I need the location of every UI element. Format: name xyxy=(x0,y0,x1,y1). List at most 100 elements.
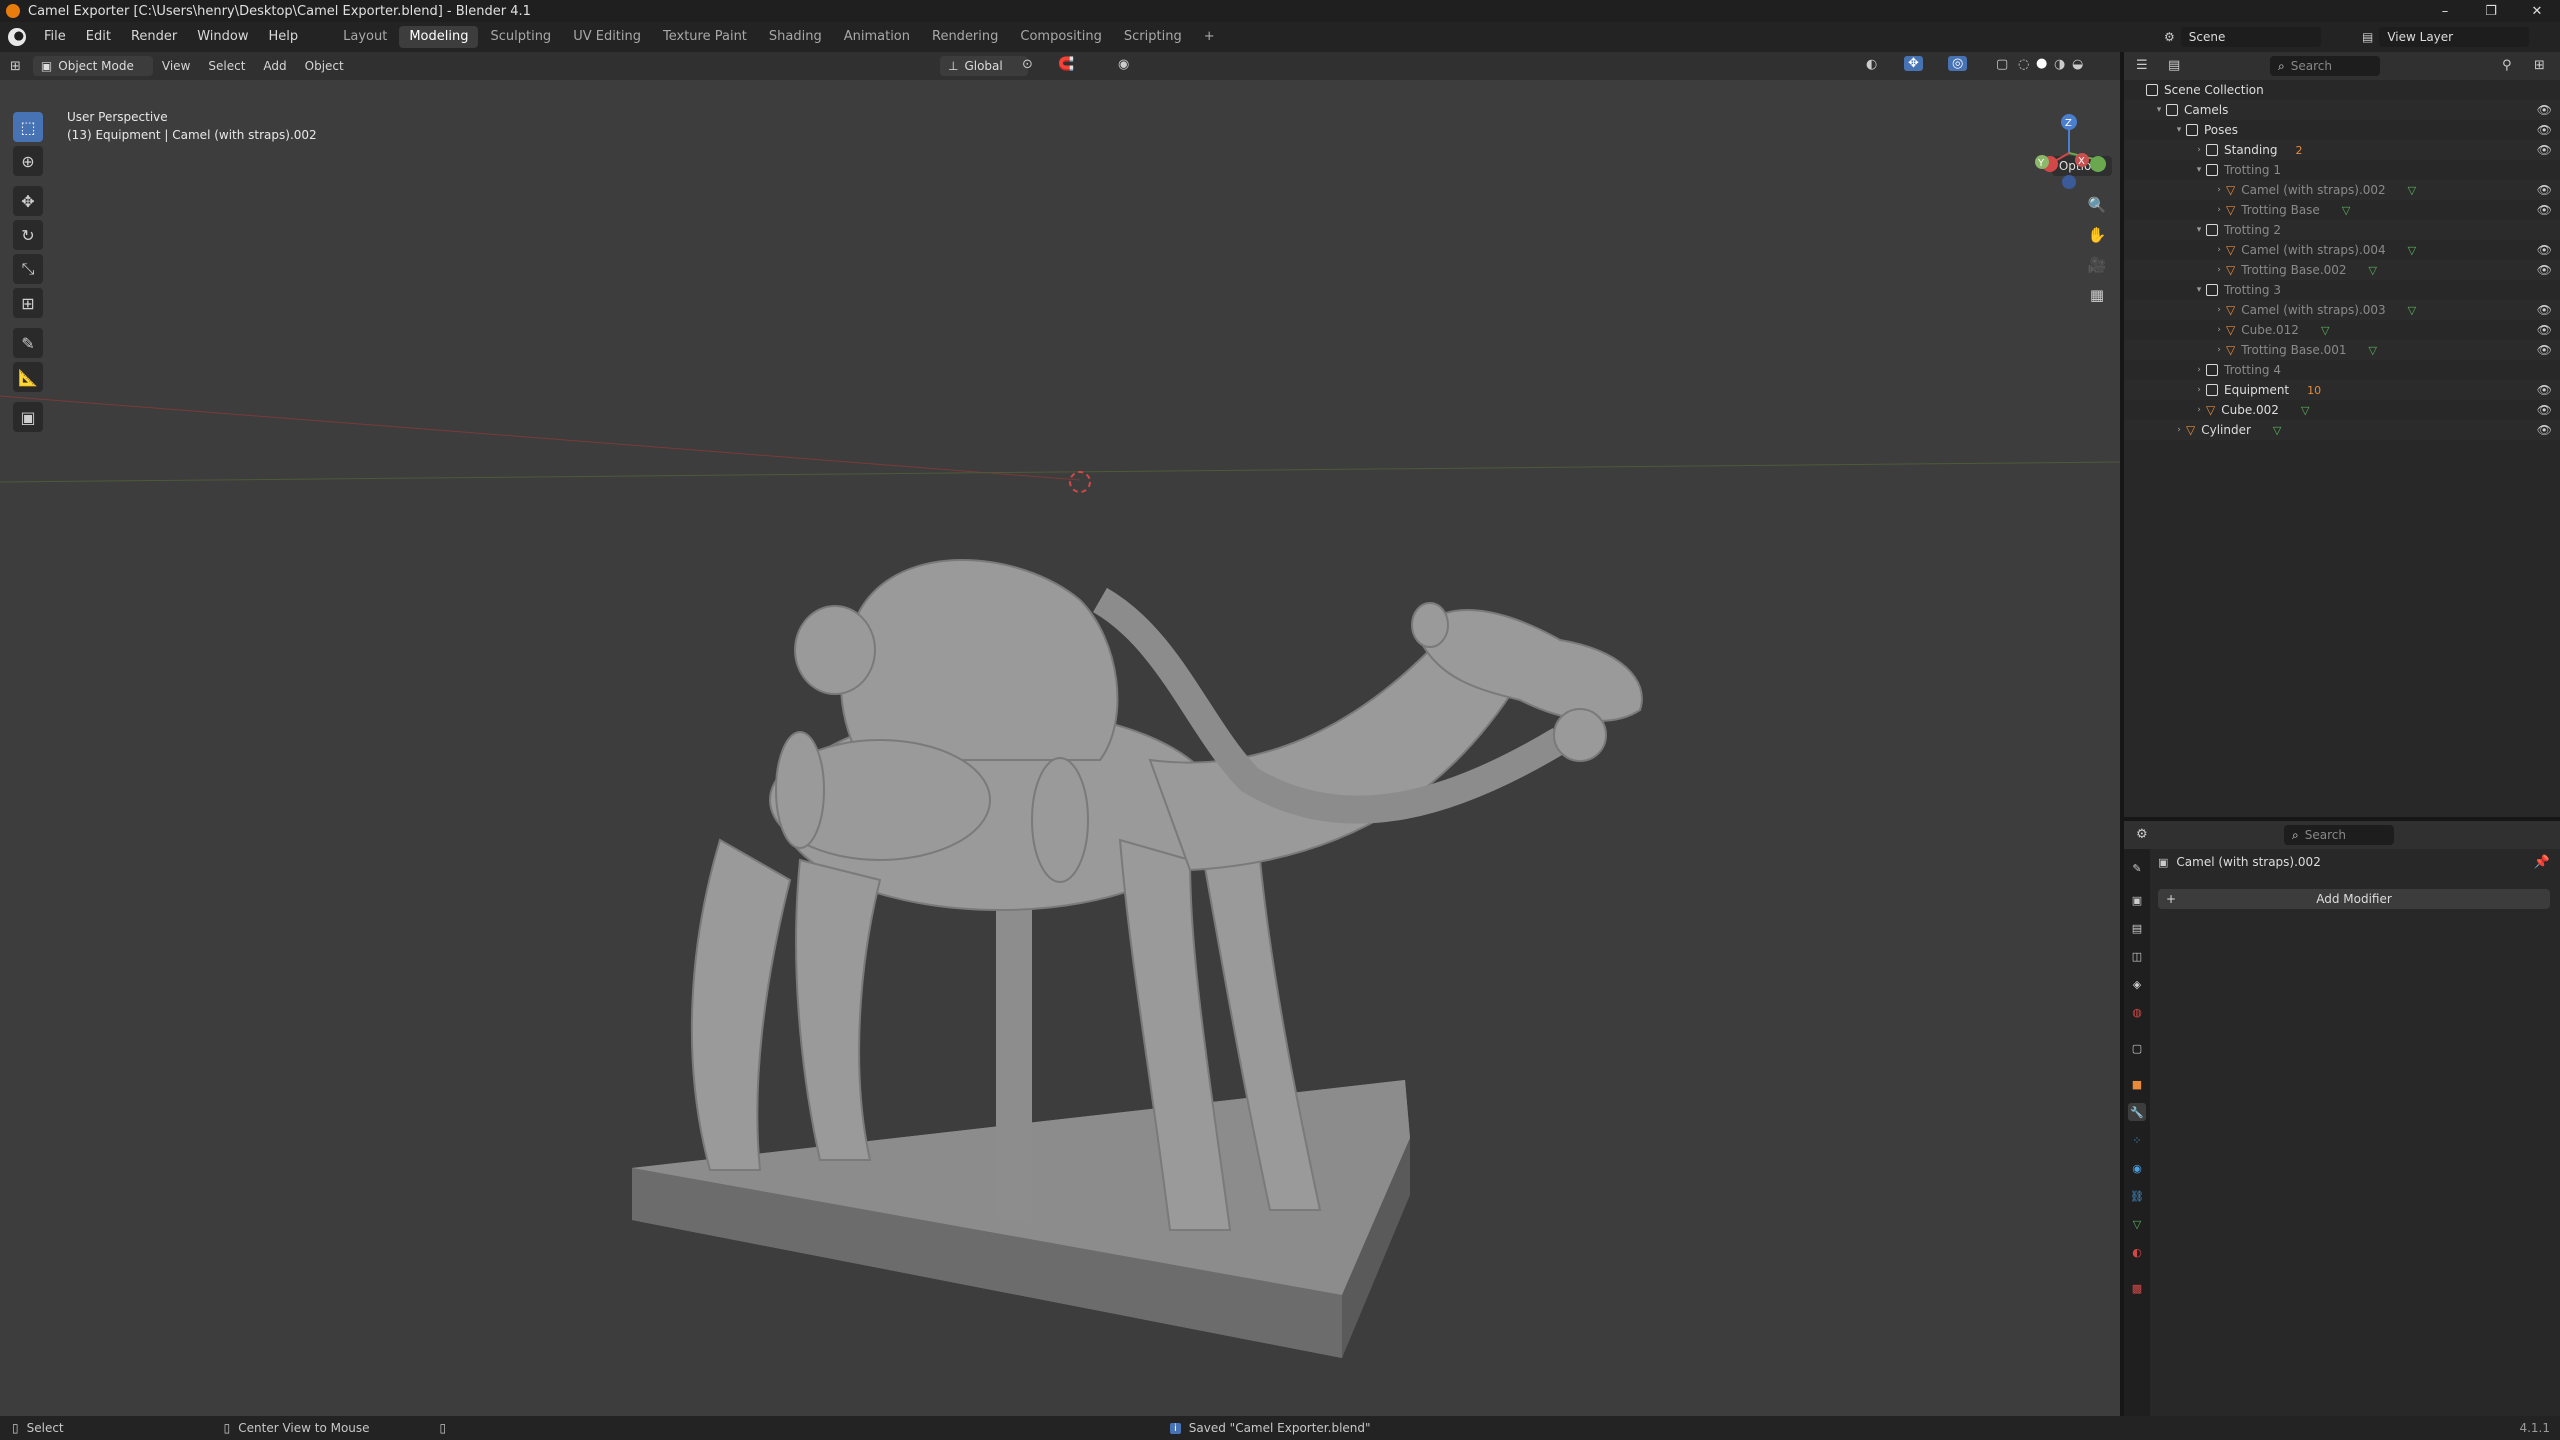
outliner-object-row[interactable]: › ▽ Camel (with straps).002 ▽ 👁 xyxy=(2124,180,2560,200)
scale-tool-icon[interactable]: ⤡ xyxy=(13,254,43,284)
zoom-icon[interactable]: 🔍 xyxy=(2084,192,2110,218)
expand-arrow-icon[interactable]: › xyxy=(2212,245,2226,255)
visibility-eye-icon[interactable]: 👁 xyxy=(2537,103,2552,117)
expand-arrow-icon[interactable]: › xyxy=(2192,365,2206,375)
proportional-edit-icon[interactable]: ◉ xyxy=(1118,57,1129,72)
visibility-eye-icon[interactable]: 👁 xyxy=(2537,343,2552,357)
editor-type-icon[interactable]: ⊞ xyxy=(10,59,21,74)
gizmo-toggle-icon[interactable]: ✥ xyxy=(1904,56,1923,71)
constraints-tab-icon[interactable]: ⛓ xyxy=(2128,1187,2146,1205)
expand-arrow-icon[interactable]: › xyxy=(2172,425,2186,435)
viewport-menu-select[interactable]: Select xyxy=(199,59,254,73)
blender-menu-icon[interactable] xyxy=(8,28,26,46)
visibility-eye-icon[interactable]: 👁 xyxy=(2537,383,2552,397)
shading-rendered-icon[interactable]: ◒ xyxy=(2072,57,2083,72)
outliner-collection-row[interactable]: ▾ Trotting 1 xyxy=(2124,160,2560,180)
particles-tab-icon[interactable]: ⁘ xyxy=(2128,1131,2146,1149)
outliner-object-row[interactable]: › ▽ Cube.012 ▽ 👁 xyxy=(2124,320,2560,340)
outliner-object-row[interactable]: › ▽ Trotting Base.002 ▽ 👁 xyxy=(2124,260,2560,280)
add-cube-tool-icon[interactable]: ▣ xyxy=(13,402,43,432)
expand-arrow-icon[interactable]: ▾ xyxy=(2172,125,2186,135)
expand-arrow-icon[interactable]: › xyxy=(2192,405,2206,415)
workspace-tab-uv-editing[interactable]: UV Editing xyxy=(563,26,651,48)
visibility-eye-icon[interactable]: 👁 xyxy=(2537,203,2552,217)
view-layer-selector[interactable]: View Layer xyxy=(2379,27,2530,47)
expand-arrow-icon[interactable]: › xyxy=(2212,325,2226,335)
workspace-tab-sculpting[interactable]: Sculpting xyxy=(480,26,561,48)
expand-arrow-icon[interactable]: ▾ xyxy=(2192,285,2206,295)
scene-tab-icon[interactable]: ◈ xyxy=(2128,975,2146,993)
transform-tool-icon[interactable]: ⊞ xyxy=(13,288,43,318)
outliner-collection-row[interactable]: ▾ Trotting 3 xyxy=(2124,280,2560,300)
workspace-tab-rendering[interactable]: Rendering xyxy=(922,26,1008,48)
minimize-button[interactable]: – xyxy=(2422,0,2468,22)
expand-arrow-icon[interactable]: › xyxy=(2192,385,2206,395)
move-tool-icon[interactable]: ✥ xyxy=(13,186,43,216)
material-tab-icon[interactable]: ◐ xyxy=(2128,1243,2146,1261)
menu-render[interactable]: Render xyxy=(121,22,187,52)
expand-arrow-icon[interactable]: ▾ xyxy=(2152,105,2166,115)
outliner-object-row[interactable]: › ▽ Trotting Base ▽ 👁 xyxy=(2124,200,2560,220)
outliner-collection-row[interactable]: ▾ Camels 👁 xyxy=(2124,100,2560,120)
navigation-gizmo[interactable]: Z Y X xyxy=(2024,108,2114,198)
outliner-collection-row[interactable]: › Standing 2 👁 xyxy=(2124,140,2560,160)
new-collection-icon[interactable]: ⊞ xyxy=(2534,58,2545,73)
visibility-eye-icon[interactable]: 👁 xyxy=(2537,183,2552,197)
viewport-menu-add[interactable]: Add xyxy=(254,59,295,73)
snap-icon[interactable]: 🧲 xyxy=(1058,57,1074,72)
render-tab-icon[interactable]: ▣ xyxy=(2128,891,2146,909)
object-mode-dropdown[interactable]: ▣ Object Mode xyxy=(32,56,153,76)
expand-arrow-icon[interactable]: › xyxy=(2212,205,2226,215)
workspace-tab-compositing[interactable]: Compositing xyxy=(1010,26,1112,48)
scene-selector[interactable]: Scene xyxy=(2180,27,2321,47)
3d-viewport[interactable]: ⬚ ⊕ ✥ ↻ ⤡ ⊞ ✎ 📐 ▣ User Perspective (13) … xyxy=(0,80,2120,1416)
workspace-tab-layout[interactable]: Layout xyxy=(333,26,397,48)
visibility-eye-icon[interactable]: 👁 xyxy=(2537,303,2552,317)
viewport-menu-object[interactable]: Object xyxy=(296,59,353,73)
workspace-tab-scripting[interactable]: Scripting xyxy=(1114,26,1192,48)
measure-tool-icon[interactable]: 📐 xyxy=(13,362,43,392)
filter-icon[interactable]: ⚲ xyxy=(2502,58,2512,73)
workspace-tab-modeling[interactable]: Modeling xyxy=(399,26,479,48)
workspace-tab-animation[interactable]: Animation xyxy=(834,26,920,48)
properties-search-input[interactable]: ⌕ Search xyxy=(2284,825,2394,845)
pivot-icon[interactable]: ⊙ xyxy=(1022,57,1033,72)
shading-material-icon[interactable]: ◑ xyxy=(2054,57,2065,72)
maximize-button[interactable]: ❐ xyxy=(2468,0,2514,22)
modifier-tab-icon[interactable]: 🔧 xyxy=(2128,1103,2146,1121)
pan-hand-icon[interactable]: ✋ xyxy=(2084,222,2110,248)
view-layer-tab-icon[interactable]: ◫ xyxy=(2128,947,2146,965)
menu-file[interactable]: File xyxy=(34,22,76,52)
camera-view-icon[interactable]: 🎥 xyxy=(2084,252,2110,278)
cursor-tool-icon[interactable]: ⊕ xyxy=(13,146,43,176)
transform-orientation-dropdown[interactable]: ⊥ Global xyxy=(940,56,1028,76)
visibility-eye-icon[interactable]: 👁 xyxy=(2537,263,2552,277)
visibility-eye-icon[interactable]: 👁 xyxy=(2537,123,2552,137)
menu-edit[interactable]: Edit xyxy=(76,22,121,52)
expand-arrow-icon[interactable]: › xyxy=(2212,265,2226,275)
outliner-collection-row[interactable]: › Equipment 10 👁 xyxy=(2124,380,2560,400)
display-mode-icon[interactable]: ▤ xyxy=(2168,58,2180,73)
perspective-toggle-icon[interactable]: ▦ xyxy=(2084,282,2110,308)
overlay-toggle-icon[interactable]: ◎ xyxy=(1948,56,1968,71)
outliner-object-row[interactable]: › ▽ Cube.002 ▽ 👁 xyxy=(2124,400,2560,420)
annotate-tool-icon[interactable]: ✎ xyxy=(13,328,43,358)
world-tab-icon[interactable]: ◍ xyxy=(2128,1003,2146,1021)
outliner-object-row[interactable]: › ▽ Trotting Base.001 ▽ 👁 xyxy=(2124,340,2560,360)
outliner-object-row[interactable]: › ▽ Cylinder ▽ 👁 xyxy=(2124,420,2560,440)
collection-tab-icon[interactable]: ▢ xyxy=(2128,1039,2146,1057)
outliner-object-row[interactable]: › ▽ Camel (with straps).003 ▽ 👁 xyxy=(2124,300,2560,320)
data-tab-icon[interactable]: ▽ xyxy=(2128,1215,2146,1233)
expand-arrow-icon[interactable]: ▾ xyxy=(2192,165,2206,175)
scene-icon[interactable]: ⚙ xyxy=(2164,30,2175,44)
xray-toggle-icon[interactable]: ▢ xyxy=(1996,57,2008,72)
outliner-collection-row[interactable]: ▾ Poses 👁 xyxy=(2124,120,2560,140)
menu-window[interactable]: Window xyxy=(187,22,258,52)
properties-editor-icon[interactable]: ⚙ xyxy=(2136,827,2148,842)
shading-wireframe-icon[interactable]: ◌ xyxy=(2018,57,2029,72)
viewport-menu-view[interactable]: View xyxy=(153,59,199,73)
outliner-editor-icon[interactable]: ☰ xyxy=(2136,58,2148,73)
visibility-eye-icon[interactable]: 👁 xyxy=(2537,403,2552,417)
tool-tab-icon[interactable]: ✎ xyxy=(2128,859,2146,877)
physics-tab-icon[interactable]: ◉ xyxy=(2128,1159,2146,1177)
